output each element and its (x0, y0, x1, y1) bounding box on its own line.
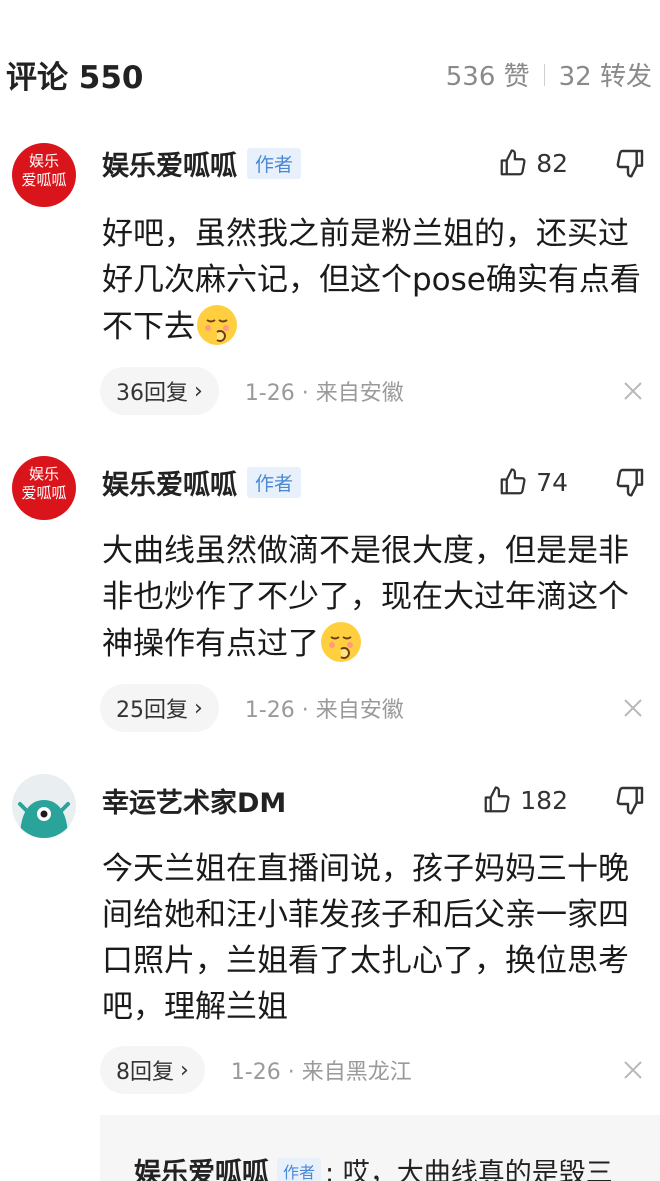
comment-text: 大曲线虽然做滴不是很大度，但是是非非也炒作了不少了，现在大过年滴这个神操作有点过… (102, 528, 654, 667)
like-button[interactable]: 82 (498, 143, 568, 183)
thumbs-down-icon[interactable] (614, 784, 646, 816)
stats-divider (543, 63, 545, 86)
comments-header: 评论 550 536 赞 32 转发 (0, 52, 660, 102)
avatar-logo-text: 娱乐 爱呱呱 (21, 152, 67, 189)
monster-avatar-icon (18, 800, 70, 838)
chevron-right-icon: › (180, 1057, 189, 1083)
username[interactable]: 娱乐爱呱呱 (102, 463, 237, 502)
comment-date-location: 1-26 · 来自黑龙江 (230, 1060, 412, 1085)
reply-text: : 哎，大曲线真的是毁三 (325, 1158, 613, 1181)
likes-count[interactable]: 536 赞 (446, 56, 530, 93)
comment-author-row: 娱乐爱呱呱 作者 (102, 462, 302, 502)
like-count: 82 (536, 148, 568, 178)
thumbs-up-icon (484, 786, 510, 813)
like-button[interactable]: 74 (498, 462, 568, 502)
comment-meta: 8回复 › 1-26 · 来自黑龙江 (100, 1046, 412, 1094)
comment-text-content: 好吧，虽然我之前是粉兰姐的，还买过好几次麻六记，但这个pose确实有点看不下去 (102, 216, 641, 345)
replies-count: 36回复 (116, 381, 188, 406)
author-badge: 作者 (247, 147, 302, 179)
chevron-right-icon: › (194, 378, 203, 404)
avatar[interactable]: 娱乐 爱呱呱 (12, 456, 76, 520)
comment-meta: 25回复 › 1-26 · 来自安徽 (100, 684, 404, 732)
avatar-logo-text: 娱乐 爱呱呱 (21, 465, 67, 502)
comment-date-location: 1-26 · 来自安徽 (244, 381, 404, 406)
hush-face-emoji-icon (321, 622, 361, 662)
avatar[interactable]: 娱乐 爱呱呱 (12, 143, 76, 207)
author-badge: 作者 (277, 1157, 322, 1181)
comment-meta: 36回复 › 1-26 · 来自安徽 (100, 367, 404, 415)
comment-text-content: 大曲线虽然做滴不是很大度，但是是非非也炒作了不少了，现在大过年滴这个神操作有点过… (102, 533, 629, 662)
username[interactable]: 幸运艺术家DM (102, 781, 286, 820)
replies-button[interactable]: 36回复 › (100, 367, 219, 415)
like-count: 74 (536, 467, 568, 497)
replies-count: 25回复 (116, 698, 188, 723)
reply-username[interactable]: 娱乐爱呱呱 (134, 1151, 269, 1181)
comment-date-location: 1-26 · 来自安徽 (244, 698, 404, 723)
replies-count: 8回复 (116, 1060, 174, 1085)
close-icon[interactable] (622, 1059, 644, 1081)
post-stats: 536 赞 32 转发 (446, 56, 652, 93)
replies-button[interactable]: 8回复 › (100, 1046, 205, 1094)
thumbs-up-icon (500, 149, 526, 176)
close-icon[interactable] (622, 697, 644, 719)
like-count: 182 (520, 785, 568, 815)
chevron-right-icon: › (194, 695, 203, 721)
replies-button[interactable]: 25回复 › (100, 684, 219, 732)
reply-preview-box[interactable]: 娱乐爱呱呱 作者 : 哎，大曲线真的是毁三 (100, 1115, 660, 1181)
thumbs-down-icon[interactable] (614, 147, 646, 179)
comment-author-row: 娱乐爱呱呱 作者 (102, 143, 302, 183)
thumbs-up-icon (500, 468, 526, 495)
like-button[interactable]: 182 (482, 780, 568, 820)
thumbs-down-icon[interactable] (614, 466, 646, 498)
username[interactable]: 娱乐爱呱呱 (102, 144, 237, 183)
reposts-count[interactable]: 32 转发 (559, 56, 652, 93)
close-icon[interactable] (622, 380, 644, 402)
avatar[interactable] (12, 774, 76, 838)
comment-author-row: 幸运艺术家DM (102, 780, 286, 820)
comment-text: 今天兰姐在直播间说，孩子妈妈三十晚间给她和汪小菲发孩子和后父亲一家四口照片，兰姐… (102, 851, 629, 1025)
comment-text: 好吧，虽然我之前是粉兰姐的，还买过好几次麻六记，但这个pose确实有点看不下去 (102, 211, 654, 350)
reply-preview-line: 娱乐爱呱呱 作者 : 哎，大曲线真的是毁三 (134, 1151, 613, 1181)
hush-face-emoji-icon (197, 305, 237, 345)
comments-count-title: 评论 550 (6, 60, 144, 96)
author-badge: 作者 (247, 466, 302, 498)
